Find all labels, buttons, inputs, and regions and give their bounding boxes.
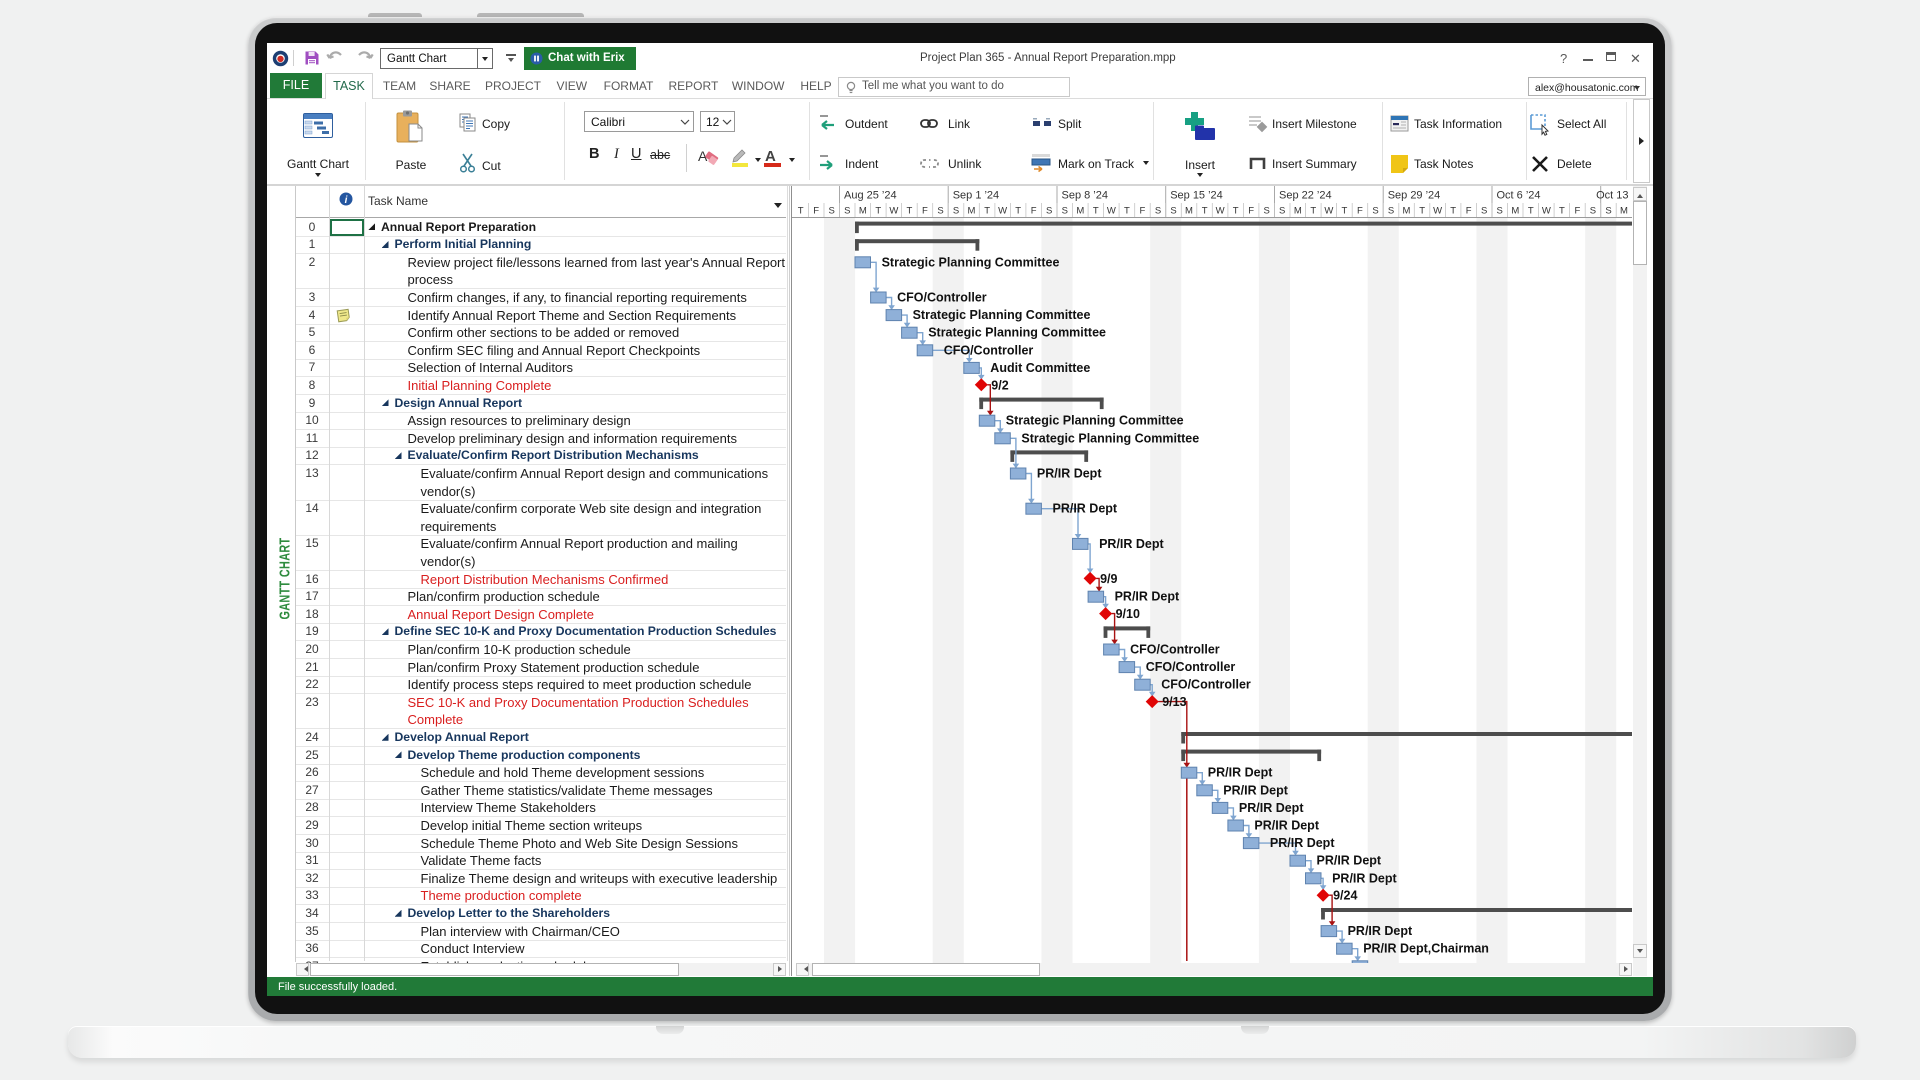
svg-text:9/24: 9/24 (1333, 889, 1357, 903)
svg-text:S: S (1170, 206, 1176, 217)
svg-text:F: F (1248, 206, 1254, 217)
svg-text:CFO/Controller: CFO/Controller (943, 343, 1033, 357)
svg-text:PR/IR Dept: PR/IR Dept (1347, 924, 1412, 938)
svg-text:PR/IR Dept: PR/IR Dept (1036, 467, 1101, 481)
svg-text:W: W (1215, 206, 1224, 217)
svg-text:T: T (875, 206, 881, 217)
svg-text:9/10: 9/10 (1115, 607, 1139, 621)
svg-text:S: S (1589, 206, 1595, 217)
svg-text:M: M (1076, 206, 1084, 217)
svg-text:CFO/Controller: CFO/Controller (1145, 660, 1235, 674)
svg-text:CFO/Controller: CFO/Controller (1130, 643, 1220, 657)
svg-text:PR/IR Dept: PR/IR Dept (1207, 766, 1272, 780)
svg-text:T: T (1123, 206, 1129, 217)
svg-text:W: W (889, 206, 898, 217)
svg-text:T: T (1527, 206, 1533, 217)
svg-text:S: S (1061, 206, 1067, 217)
svg-text:M: M (1511, 206, 1519, 217)
svg-text:S: S (1046, 206, 1052, 217)
svg-text:S: S (1481, 206, 1487, 217)
svg-text:T: T (1341, 206, 1347, 217)
svg-text:Aug 25 ’24: Aug 25 ’24 (844, 190, 897, 202)
svg-text:T: T (1201, 206, 1207, 217)
svg-text:T: T (1232, 206, 1238, 217)
svg-text:PR/IR Dept,Chairman: PR/IR Dept,Chairman (1363, 942, 1489, 956)
svg-text:T: T (984, 206, 990, 217)
svg-text:9/2: 9/2 (991, 378, 1008, 392)
svg-text:Strategic Planning Committee: Strategic Planning Committee (881, 255, 1059, 269)
svg-text:PR/IR Dept: PR/IR Dept (1099, 537, 1164, 551)
svg-text:9/13: 9/13 (1162, 695, 1186, 709)
svg-text:M: M (1402, 206, 1410, 217)
svg-text:S: S (1496, 206, 1502, 217)
svg-text:S: S (1279, 206, 1285, 217)
svg-text:S: S (1605, 206, 1611, 217)
svg-text:M: M (858, 206, 866, 217)
svg-text:Sep 8 ’24: Sep 8 ’24 (1061, 190, 1107, 202)
svg-text:9/9: 9/9 (1100, 572, 1117, 586)
svg-text:T: T (1419, 206, 1425, 217)
svg-text:F: F (1465, 206, 1471, 217)
svg-text:S: S (1387, 206, 1393, 217)
svg-text:S: S (828, 206, 834, 217)
svg-text:T: T (1558, 206, 1564, 217)
svg-text:W: W (998, 206, 1007, 217)
svg-text:A: A (765, 148, 776, 165)
svg-text:T: T (1450, 206, 1456, 217)
svg-text:T: T (906, 206, 912, 217)
svg-text:S: S (1372, 206, 1378, 217)
svg-text:M: M (967, 206, 975, 217)
svg-text:W: W (1433, 206, 1442, 217)
svg-text:PR/IR Dept: PR/IR Dept (1052, 502, 1117, 516)
svg-text:PR/IR Dept: PR/IR Dept (1316, 854, 1381, 868)
svg-text:W: W (1541, 206, 1550, 217)
svg-text:F: F (813, 206, 819, 217)
svg-text:Sep 22 ’24: Sep 22 ’24 (1279, 190, 1332, 202)
svg-text:Sep 1 ’24: Sep 1 ’24 (952, 190, 998, 202)
svg-text:W: W (1324, 206, 1333, 217)
svg-text:PR/IR Dept: PR/IR Dept (1238, 801, 1303, 815)
svg-text:PR/IR Dept: PR/IR Dept (1223, 783, 1288, 797)
svg-text:T: T (1092, 206, 1098, 217)
svg-text:Sep 15 ’24: Sep 15 ’24 (1170, 190, 1223, 202)
svg-text:Sep 29 ’24: Sep 29 ’24 (1387, 190, 1440, 202)
svg-text:T: T (1015, 206, 1021, 217)
svg-text:S: S (1263, 206, 1269, 217)
svg-text:Strategic Planning Committee: Strategic Planning Committee (1005, 414, 1183, 428)
svg-text:Oct 6 ’24: Oct 6 ’24 (1496, 190, 1540, 202)
svg-text:F: F (1574, 206, 1580, 217)
svg-text:Strategic Planning Committee: Strategic Planning Committee (928, 326, 1106, 340)
svg-text:F: F (921, 206, 927, 217)
svg-text:Audit Committee: Audit Committee (990, 361, 1090, 375)
svg-text:T: T (1310, 206, 1316, 217)
svg-text:W: W (1106, 206, 1115, 217)
svg-text:S: S (844, 206, 850, 217)
svg-text:S: S (952, 206, 958, 217)
svg-text:F: F (1139, 206, 1145, 217)
svg-text:S: S (937, 206, 943, 217)
svg-text:M: M (1620, 206, 1628, 217)
svg-text:F: F (1356, 206, 1362, 217)
svg-text:M: M (1185, 206, 1193, 217)
svg-text:CFO/Controller: CFO/Controller (1161, 678, 1251, 692)
svg-text:i: i (345, 195, 348, 206)
svg-text:PR/IR Dept: PR/IR Dept (1332, 871, 1397, 885)
svg-text:Oct 13: Oct 13 (1596, 190, 1628, 202)
svg-text:CFO/Controller: CFO/Controller (897, 291, 987, 305)
svg-text:F: F (1030, 206, 1036, 217)
svg-text:Strategic Planning Committee: Strategic Planning Committee (1021, 431, 1199, 445)
svg-text:Strategic Planning Committee: Strategic Planning Committee (912, 308, 1090, 322)
svg-text:PR/IR Dept: PR/IR Dept (1269, 836, 1334, 850)
svg-text:M: M (1293, 206, 1301, 217)
svg-text:S: S (1154, 206, 1160, 217)
svg-text:PR/IR Dept: PR/IR Dept (1114, 590, 1179, 604)
svg-text:PR/IR Dept: PR/IR Dept (1254, 819, 1319, 833)
svg-text:T: T (797, 206, 803, 217)
